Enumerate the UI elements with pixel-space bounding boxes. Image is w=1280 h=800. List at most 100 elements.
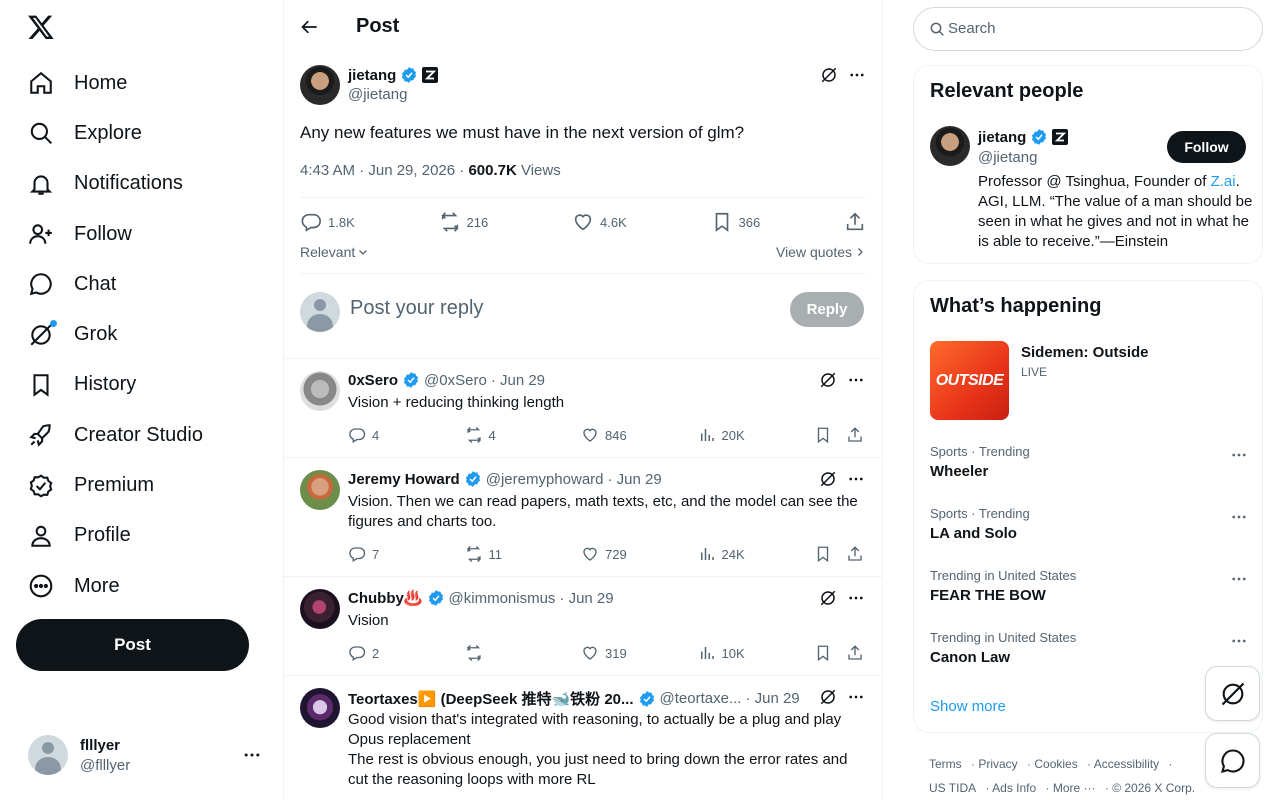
reply-item[interactable]: 0xSero @0xSero · Jun 29 Vision + reducin… bbox=[284, 359, 882, 457]
bio-link[interactable]: Z.ai bbox=[1211, 173, 1236, 190]
footer-link[interactable]: US TIDA bbox=[929, 781, 976, 795]
bookmark-button[interactable]: 366 bbox=[711, 211, 760, 233]
footer-link[interactable]: Ads Info bbox=[992, 781, 1036, 795]
avatar[interactable] bbox=[300, 688, 340, 728]
reply-handle[interactable]: @jeremyphoward bbox=[486, 471, 604, 488]
avatar[interactable] bbox=[300, 371, 340, 411]
more-icon[interactable] bbox=[847, 589, 865, 607]
more-icon[interactable] bbox=[242, 745, 262, 765]
more-icon[interactable] bbox=[847, 371, 865, 389]
nav-home[interactable]: Home bbox=[28, 58, 203, 108]
grok-icon[interactable] bbox=[820, 66, 838, 84]
share-icon[interactable] bbox=[846, 426, 864, 444]
nav-chat[interactable]: Chat bbox=[28, 259, 203, 309]
reply-handle[interactable]: @0xSero bbox=[424, 372, 487, 389]
reply-submit-button[interactable]: Reply bbox=[790, 292, 864, 327]
reply-date[interactable]: · Jun 29 bbox=[745, 690, 799, 707]
reply-date[interactable]: · Jun 29 bbox=[608, 471, 662, 488]
nav-premium[interactable]: Premium bbox=[28, 460, 203, 510]
avatar[interactable] bbox=[300, 65, 340, 105]
more-icon[interactable] bbox=[1230, 508, 1248, 526]
views-button[interactable]: 10K bbox=[698, 644, 815, 662]
views-button[interactable]: 20K bbox=[698, 426, 815, 444]
reply-button[interactable]: 1.8K bbox=[300, 211, 355, 233]
nav-profile[interactable]: Profile bbox=[28, 511, 203, 561]
grok-fab-button[interactable] bbox=[1205, 666, 1260, 721]
reply-author[interactable]: Chubby♨️ bbox=[348, 589, 423, 607]
grok-icon[interactable] bbox=[819, 470, 837, 488]
more-icon[interactable] bbox=[1230, 570, 1248, 588]
nav-notifications[interactable]: Notifications bbox=[28, 159, 203, 209]
reply-item[interactable]: Jeremy Howard @jeremyphoward · Jun 29 Vi… bbox=[284, 458, 882, 576]
like-button[interactable]: 729 bbox=[581, 545, 698, 563]
more-icon[interactable] bbox=[847, 688, 865, 706]
more-icon[interactable] bbox=[1230, 446, 1248, 464]
footer-link[interactable]: More ··· bbox=[1053, 781, 1096, 795]
avatar[interactable] bbox=[930, 126, 970, 166]
nav-follow[interactable]: Follow bbox=[28, 209, 203, 259]
like-button[interactable]: 846 bbox=[581, 426, 698, 444]
share-button[interactable] bbox=[844, 211, 866, 233]
show-more-link[interactable]: Show more bbox=[930, 698, 1006, 715]
trend-item[interactable]: Sports · Trending LA and Solo bbox=[930, 506, 1248, 542]
share-icon[interactable] bbox=[846, 545, 864, 563]
search-box[interactable] bbox=[913, 7, 1263, 51]
person-name[interactable]: jietang bbox=[978, 128, 1069, 146]
author-handle[interactable]: @jietang bbox=[348, 86, 407, 103]
footer-link[interactable]: Accessibility bbox=[1094, 757, 1159, 771]
nav-grok[interactable]: Grok bbox=[28, 309, 203, 359]
repost-button[interactable]: 4 bbox=[465, 426, 582, 444]
post-time[interactable]: 4:43 AM · Jun 29, 2026 · bbox=[300, 162, 468, 179]
back-arrow-icon[interactable] bbox=[300, 17, 320, 37]
nav-more[interactable]: More bbox=[28, 561, 203, 611]
avatar[interactable] bbox=[300, 470, 340, 510]
trend-item[interactable]: Sports · Trending Wheeler bbox=[930, 444, 1248, 480]
reply-date[interactable]: · Jun 29 bbox=[491, 372, 545, 389]
nav-creator-studio[interactable]: Creator Studio bbox=[28, 410, 203, 460]
reply-handle[interactable]: @teortaxe... bbox=[660, 690, 742, 707]
account-switcher[interactable]: flllyer @flllyer bbox=[28, 735, 268, 775]
post-author[interactable]: jietang bbox=[348, 66, 439, 84]
reply-sort-dropdown[interactable]: Relevant bbox=[300, 244, 369, 260]
like-button[interactable]: 4.6K bbox=[572, 211, 627, 233]
bookmark-icon[interactable] bbox=[814, 426, 832, 444]
reply-item[interactable]: Chubby♨️ @kimmonismus · Jun 29 Vision 2 … bbox=[284, 577, 882, 675]
avatar[interactable] bbox=[300, 589, 340, 629]
reply-item[interactable]: Teortaxes▶️ (DeepSeek 推特🐋铁粉 20... @teort… bbox=[284, 676, 882, 800]
nav-history[interactable]: History bbox=[28, 360, 203, 410]
follow-button[interactable]: Follow bbox=[1167, 131, 1246, 163]
repost-button[interactable] bbox=[465, 644, 582, 662]
compose-post-button[interactable]: Post bbox=[16, 619, 249, 671]
view-quotes-link[interactable]: View quotes bbox=[776, 244, 866, 260]
reply-button[interactable]: 7 bbox=[348, 545, 465, 563]
reply-input[interactable] bbox=[350, 297, 750, 320]
person-handle[interactable]: @jietang bbox=[978, 149, 1037, 166]
repost-button[interactable]: 216 bbox=[439, 211, 488, 233]
messages-fab-button[interactable] bbox=[1205, 733, 1260, 788]
bookmark-icon[interactable] bbox=[814, 545, 832, 563]
footer-link[interactable]: Cookies bbox=[1034, 757, 1077, 771]
trend-item[interactable]: Trending in United States FEAR THE BOW bbox=[930, 568, 1248, 604]
event-thumbnail[interactable]: OUTSIDE bbox=[930, 341, 1009, 420]
views-button[interactable]: 24K bbox=[698, 545, 815, 563]
reply-author[interactable]: Jeremy Howard bbox=[348, 471, 460, 488]
more-icon[interactable] bbox=[847, 470, 865, 488]
reply-date[interactable]: · Jun 29 bbox=[559, 590, 613, 607]
grok-icon[interactable] bbox=[819, 371, 837, 389]
grok-icon[interactable] bbox=[819, 688, 837, 706]
reply-author[interactable]: Teortaxes▶️ (DeepSeek 推特🐋铁粉 20... bbox=[348, 688, 634, 709]
more-icon[interactable] bbox=[1230, 632, 1248, 650]
bookmark-icon[interactable] bbox=[814, 644, 832, 662]
grok-icon[interactable] bbox=[819, 589, 837, 607]
reply-button[interactable]: 4 bbox=[348, 426, 465, 444]
repost-button[interactable]: 11 bbox=[465, 545, 582, 563]
footer-link[interactable]: Privacy bbox=[978, 757, 1017, 771]
trend-item[interactable]: Trending in United States Canon Law bbox=[930, 630, 1248, 666]
reply-handle[interactable]: @kimmonismus bbox=[449, 590, 556, 607]
footer-link[interactable]: Terms bbox=[929, 757, 962, 771]
like-button[interactable]: 319 bbox=[581, 644, 698, 662]
x-logo-icon[interactable] bbox=[27, 13, 55, 41]
search-input[interactable] bbox=[948, 20, 1238, 37]
reply-button[interactable]: 2 bbox=[348, 644, 465, 662]
reply-author[interactable]: 0xSero bbox=[348, 372, 398, 389]
